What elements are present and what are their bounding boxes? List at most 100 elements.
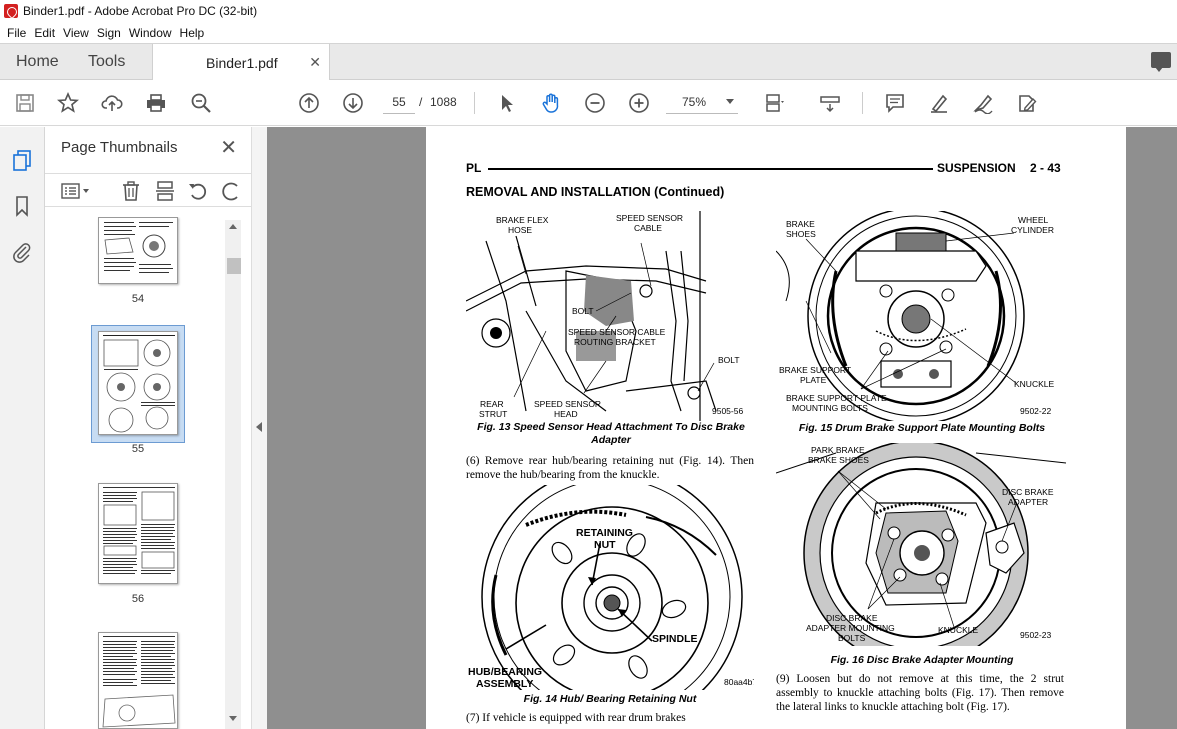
tab-home[interactable]: Home — [16, 44, 59, 80]
tab-tools[interactable]: Tools — [88, 44, 125, 80]
insert-page-icon[interactable] — [154, 180, 176, 202]
thumbnail-55[interactable] — [98, 331, 178, 435]
label-knuckle-15: KNUCKLE — [1014, 379, 1054, 389]
tab-bar: Home Tools Binder1.pdf ✕ — [0, 43, 1177, 81]
tab-document[interactable]: Binder1.pdf ✕ — [152, 44, 330, 81]
label-spindle: SPINDLE — [652, 633, 698, 645]
edit-pdf-icon[interactable] — [1015, 91, 1039, 115]
page-number-input[interactable] — [383, 90, 415, 114]
zoom-value: 75% — [682, 94, 707, 109]
scrollbar-thumb[interactable] — [227, 258, 241, 274]
label-brake-shoes-1: BRAKE — [786, 219, 815, 229]
page-display-icon[interactable] — [763, 91, 787, 115]
bookmark-icon[interactable] — [11, 195, 33, 217]
section-title: REMOVAL AND INSTALLATION (Continued) — [466, 185, 725, 199]
fig15-caption: Fig. 15 Drum Brake Support Plate Mountin… — [798, 422, 1046, 434]
thumbnails-panel: Page Thumbnails ✕ 54 55 56 — [45, 127, 251, 729]
highlight-pen-icon[interactable] — [927, 91, 951, 115]
zoom-dropdown[interactable]: 75% — [666, 90, 738, 114]
acrobat-icon — [4, 4, 18, 18]
page-thumbnails-icon[interactable] — [11, 149, 33, 171]
label-knuckle-16: KNUCKLE — [938, 625, 978, 635]
thumbnail-label-55: 55 — [131, 443, 145, 455]
close-tab-icon[interactable]: ✕ — [309, 54, 321, 71]
upload-cloud-icon[interactable] — [100, 91, 124, 115]
menu-sign[interactable]: Sign — [93, 26, 125, 40]
bookmark-star-icon[interactable] — [56, 91, 80, 115]
scroll-up-icon[interactable] — [229, 224, 237, 229]
thumbnail-54[interactable] — [98, 217, 178, 284]
document-area: PL SUSPENSION 2 - 43 REMOVAL AND INSTALL… — [267, 127, 1177, 729]
pdf-page: PL SUSPENSION 2 - 43 REMOVAL AND INSTALL… — [426, 127, 1126, 729]
title-bar: Binder1.pdf - Adobe Acrobat Pro DC (32-b… — [0, 0, 1177, 22]
figure-13: BRAKE FLEX HOSE SPEED SENSOR CABLE BOLT … — [466, 211, 744, 421]
page-up-icon[interactable] — [297, 91, 321, 115]
label-mount-bolts-1: BRAKE SUPPORT PLATE — [786, 393, 887, 403]
label-adapter-bolts-2: ADAPTER MOUNTING — [806, 623, 895, 633]
trash-icon[interactable] — [120, 180, 142, 202]
comment-icon[interactable] — [1151, 52, 1171, 72]
select-arrow-icon[interactable] — [495, 91, 519, 115]
window-title: Binder1.pdf - Adobe Acrobat Pro DC (32-b… — [23, 4, 258, 18]
label-hub-1: HUB/BEARING — [468, 666, 542, 678]
label-retaining-2: NUT — [594, 539, 616, 551]
menu-help[interactable]: Help — [176, 26, 209, 40]
page-down-icon[interactable] — [341, 91, 365, 115]
thumbnail-list: 54 55 56 — [45, 217, 235, 729]
fig13-code: 9505-56 — [712, 406, 743, 416]
thumbnail-57[interactable] — [98, 632, 178, 729]
menu-edit[interactable]: Edit — [30, 26, 59, 40]
zoom-out-icon[interactable] — [583, 91, 607, 115]
menu-window[interactable]: Window — [125, 26, 176, 40]
fig14-code: 80aa4b74 — [724, 677, 754, 687]
menu-view[interactable]: View — [59, 26, 93, 40]
thumbnail-label-54: 54 — [131, 293, 145, 305]
label-brake-flex-1: BRAKE FLEX — [496, 215, 549, 225]
label-adapter-2: ADAPTER — [1008, 497, 1048, 507]
close-panel-icon[interactable]: ✕ — [220, 135, 237, 160]
zoom-in-icon[interactable] — [627, 91, 651, 115]
toolbar-divider — [474, 92, 475, 114]
hand-tool-icon[interactable] — [539, 91, 563, 115]
thumbnail-56[interactable] — [98, 483, 178, 584]
panel-toolbar — [45, 173, 251, 207]
label-park-2: BRAKE SHOES — [808, 455, 869, 465]
label-hub-2: ASSEMBLY — [476, 678, 533, 690]
collapse-panel-icon[interactable] — [256, 422, 262, 432]
sign-pen-icon[interactable] — [971, 91, 995, 115]
label-brake-shoes-2: SHOES — [786, 229, 816, 239]
label-adapter-1: DISC BRAKE — [1002, 487, 1054, 497]
toolbar-divider — [862, 92, 863, 114]
header-rule — [488, 168, 933, 170]
tab-document-label: Binder1.pdf — [206, 54, 278, 71]
label-park-1: PARK BRAKE — [811, 445, 865, 455]
print-icon[interactable] — [144, 91, 168, 115]
thumbnail-label-56: 56 — [131, 593, 145, 605]
label-brake-flex-2: HOSE — [508, 225, 532, 235]
save-icon[interactable] — [13, 91, 37, 115]
comment-add-icon[interactable] — [883, 91, 907, 115]
paragraph-6: (6) Remove rear hub/bearing retaining nu… — [466, 455, 754, 481]
label-bolt-b: BOLT — [718, 355, 740, 365]
menu-file[interactable]: File — [3, 26, 30, 40]
zoom-search-icon[interactable] — [189, 91, 213, 115]
attachment-icon[interactable] — [11, 241, 33, 263]
label-support-plate-1: BRAKE SUPPORT — [779, 365, 851, 375]
scroll-mode-icon[interactable] — [818, 91, 842, 115]
panel-splitter[interactable] — [251, 127, 267, 729]
page-header-right: SUSPENSION — [937, 161, 1016, 175]
label-adapter-bolts-1: DISC BRAKE — [826, 613, 878, 623]
label-support-plate-2: PLATE — [800, 375, 827, 385]
label-wheel-cyl-1: WHEEL — [1018, 215, 1049, 225]
thumbnail-options-icon[interactable] — [61, 180, 89, 202]
rotate-right-icon[interactable] — [221, 180, 243, 202]
menu-bar: File Edit View Sign Window Help — [0, 22, 1177, 43]
scroll-down-icon[interactable] — [229, 716, 237, 721]
left-rail — [0, 127, 45, 729]
thumbnail-scrollbar[interactable] — [225, 220, 241, 729]
rotate-left-icon[interactable] — [187, 180, 209, 202]
label-rear-strut-2: STRUT — [479, 409, 507, 419]
label-wheel-cyl-2: CYLINDER — [1011, 225, 1054, 235]
page-header-number: 2 - 43 — [1030, 161, 1061, 175]
label-bolt-a: BOLT — [572, 306, 594, 316]
